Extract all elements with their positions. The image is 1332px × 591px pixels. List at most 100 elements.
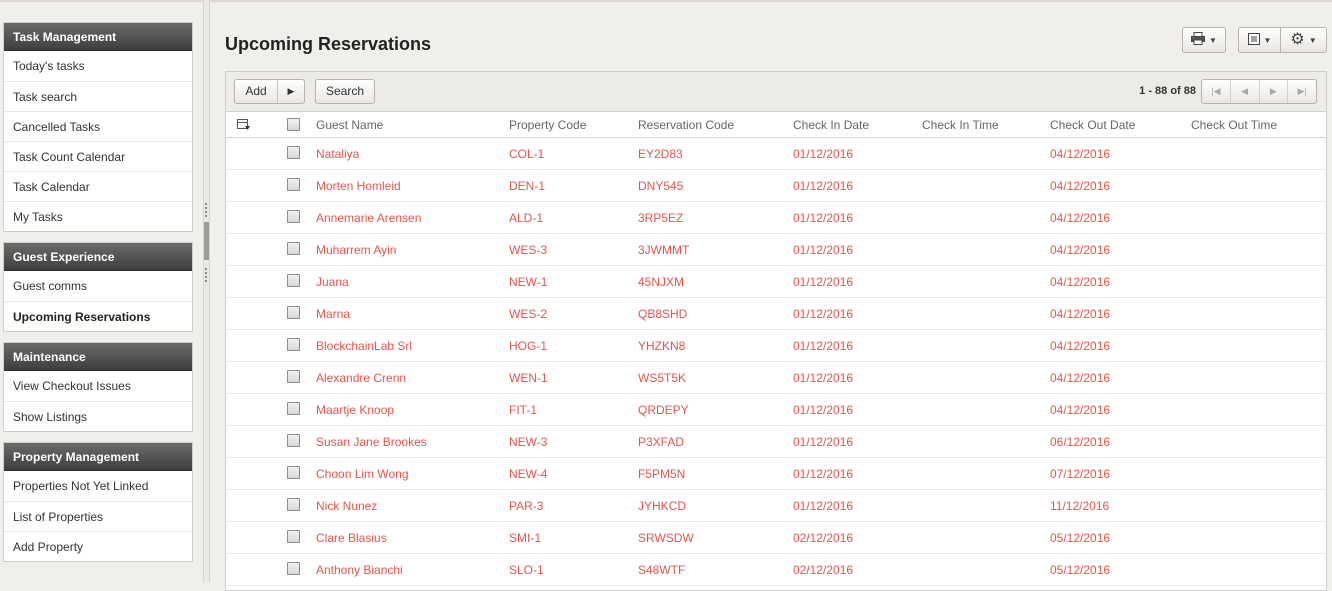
column-chooser-icon[interactable] [237,119,251,131]
reservation-code-cell[interactable]: F5PM5N [638,467,685,481]
reservation-code-cell[interactable]: YHZKN8 [638,339,685,353]
check-in-date-cell[interactable]: 01/12/2016 [793,211,853,225]
sidebar-item[interactable]: Show Listings [4,401,192,431]
table-row[interactable]: Clare Blasius SMI-1 SRWSDW 02/12/2016 05/12/… [226,522,1326,554]
property-code-cell[interactable]: WES-2 [509,307,547,321]
table-row[interactable]: Maartje Knoop FIT-1 QRDEPY 01/12/2016 04/12/… [226,394,1326,426]
check-in-date-cell[interactable]: 01/12/2016 [793,275,853,289]
property-code-cell[interactable]: WES-3 [509,243,547,257]
property-code-cell[interactable]: COL-1 [509,147,544,161]
collapse-sidebar-handle[interactable] [204,222,209,260]
row-checkbox[interactable] [287,306,300,319]
table-row[interactable]: Muharrem Ayin WES-3 3JWMMT 01/12/2016 04/12/… [226,234,1326,266]
reservation-code-cell[interactable]: EY2D83 [638,147,683,161]
reservation-code-cell[interactable]: S48WTF [638,563,685,577]
column-header-check-out-time[interactable]: Check Out Time [1191,118,1277,132]
check-out-date-cell[interactable]: 05/12/2016 [1050,531,1110,545]
column-header-check-in-time[interactable]: Check In Time [922,118,999,132]
row-checkbox[interactable] [287,178,300,191]
property-code-cell[interactable]: SMI-1 [509,531,541,545]
reservation-code-cell[interactable]: P3XFAD [638,435,684,449]
guest-name-cell[interactable]: Alexandre Crenn [316,371,406,385]
table-row[interactable]: Morten Homleid DEN-1 DNY545 01/12/2016 04/12… [226,170,1326,202]
row-checkbox[interactable] [287,402,300,415]
guest-name-cell[interactable]: Susan Jane Brookes [316,435,427,449]
table-row[interactable]: Susan Jane Brookes NEW-3 P3XFAD 01/12/2016 0… [226,426,1326,458]
select-all-checkbox[interactable] [287,118,300,131]
table-row[interactable]: BlockchainLab Srl HOG-1 YHZKN8 01/12/2016 04… [226,330,1326,362]
check-out-date-cell[interactable]: 04/12/2016 [1050,275,1110,289]
reservation-code-cell[interactable]: WS5T5K [638,371,686,385]
next-page-icon[interactable]: ▶ [1258,80,1288,103]
guest-name-cell[interactable]: Clare Blasius [316,531,387,545]
row-checkbox[interactable] [287,242,300,255]
property-code-cell[interactable]: PAR-3 [509,499,543,513]
row-checkbox[interactable] [287,274,300,287]
print-button[interactable]: ▼ [1182,27,1226,53]
last-page-icon[interactable]: ▶| [1287,80,1316,103]
sidebar-splitter[interactable] [203,0,210,582]
check-out-date-cell[interactable]: 04/12/2016 [1050,179,1110,193]
table-row[interactable]: Choon Lim Wong NEW-4 F5PM5N 01/12/2016 07/12… [226,458,1326,490]
guest-name-cell[interactable]: Nick Nunez [316,499,377,513]
row-checkbox[interactable] [287,210,300,223]
check-out-date-cell[interactable]: 06/12/2016 [1050,435,1110,449]
add-split-button[interactable]: Add ▶ [234,79,305,104]
check-in-date-cell[interactable]: 01/12/2016 [793,179,853,193]
check-out-date-cell[interactable]: 07/12/2016 [1050,467,1110,481]
sidebar-item[interactable]: Upcoming Reservations [4,301,192,331]
reservation-code-cell[interactable]: JYHKCD [638,499,686,513]
property-code-cell[interactable]: NEW-1 [509,275,547,289]
add-button[interactable]: Add [235,80,278,103]
row-checkbox[interactable] [287,434,300,447]
row-checkbox[interactable] [287,146,300,159]
property-code-cell[interactable]: NEW-4 [509,467,547,481]
row-checkbox[interactable] [287,562,300,575]
check-in-date-cell[interactable]: 02/12/2016 [793,563,853,577]
table-row[interactable]: Nick Nunez PAR-3 JYHKCD 01/12/2016 11/12/201… [226,490,1326,522]
sidebar-item[interactable]: My Tasks [4,201,192,231]
check-in-date-cell[interactable]: 01/12/2016 [793,243,853,257]
guest-name-cell[interactable]: Maartje Knoop [316,403,394,417]
sidebar-item[interactable]: Guest comms [4,271,192,301]
table-row[interactable]: Nataliya COL-1 EY2D83 01/12/2016 04/12/2016 [226,138,1326,170]
property-code-cell[interactable]: ALD-1 [509,211,543,225]
property-code-cell[interactable]: WEN-1 [509,371,548,385]
table-row[interactable]: Marna WES-2 QB8SHD 01/12/2016 04/12/2016 [226,298,1326,330]
column-header-check-out-date[interactable]: Check Out Date [1050,118,1135,132]
search-button[interactable]: Search [315,79,375,104]
guest-name-cell[interactable]: Marna [316,307,350,321]
add-menu-arrow-icon[interactable]: ▶ [278,80,304,103]
reservation-code-cell[interactable]: QRDEPY [638,403,689,417]
guest-name-cell[interactable]: Morten Homleid [316,179,401,193]
first-page-icon[interactable]: |◀ [1202,80,1230,103]
check-out-date-cell[interactable]: 04/12/2016 [1050,403,1110,417]
table-row[interactable]: Alexandre Crenn WEN-1 WS5T5K 01/12/2016 04/1… [226,362,1326,394]
column-header-property-code[interactable]: Property Code [509,118,586,132]
guest-name-cell[interactable]: Anthony Bianchi [316,563,403,577]
sidebar-item[interactable]: Properties Not Yet Linked [4,471,192,501]
reservation-code-cell[interactable]: DNY545 [638,179,683,193]
check-in-date-cell[interactable]: 01/12/2016 [793,147,853,161]
sidebar-item[interactable]: Add Property [4,531,192,561]
check-in-date-cell[interactable]: 01/12/2016 [793,403,853,417]
check-in-date-cell[interactable]: 02/12/2016 [793,531,853,545]
guest-name-cell[interactable]: Nataliya [316,147,359,161]
check-in-date-cell[interactable]: 01/12/2016 [793,307,853,321]
sidebar-item[interactable]: Task Calendar [4,171,192,201]
sidebar-item[interactable]: Today's tasks [4,51,192,81]
check-out-date-cell[interactable]: 05/12/2016 [1050,563,1110,577]
settings-button[interactable]: ⚙ ▼ [1280,27,1327,53]
view-options-button[interactable]: ▼ [1238,27,1281,53]
column-header-guest-name[interactable]: Guest Name [316,118,383,132]
property-code-cell[interactable]: DEN-1 [509,179,545,193]
check-out-date-cell[interactable]: 04/12/2016 [1050,307,1110,321]
table-row[interactable]: Annemarie Arensen ALD-1 3RP5EZ 01/12/2016 04… [226,202,1326,234]
check-in-date-cell[interactable]: 01/12/2016 [793,435,853,449]
sidebar-item[interactable]: Task Count Calendar [4,141,192,171]
guest-name-cell[interactable]: BlockchainLab Srl [316,339,412,353]
prev-page-icon[interactable]: ◀ [1229,80,1259,103]
sidebar-item[interactable]: List of Properties [4,501,192,531]
column-header-check-in-date[interactable]: Check In Date [793,118,869,132]
check-out-date-cell[interactable]: 04/12/2016 [1050,243,1110,257]
